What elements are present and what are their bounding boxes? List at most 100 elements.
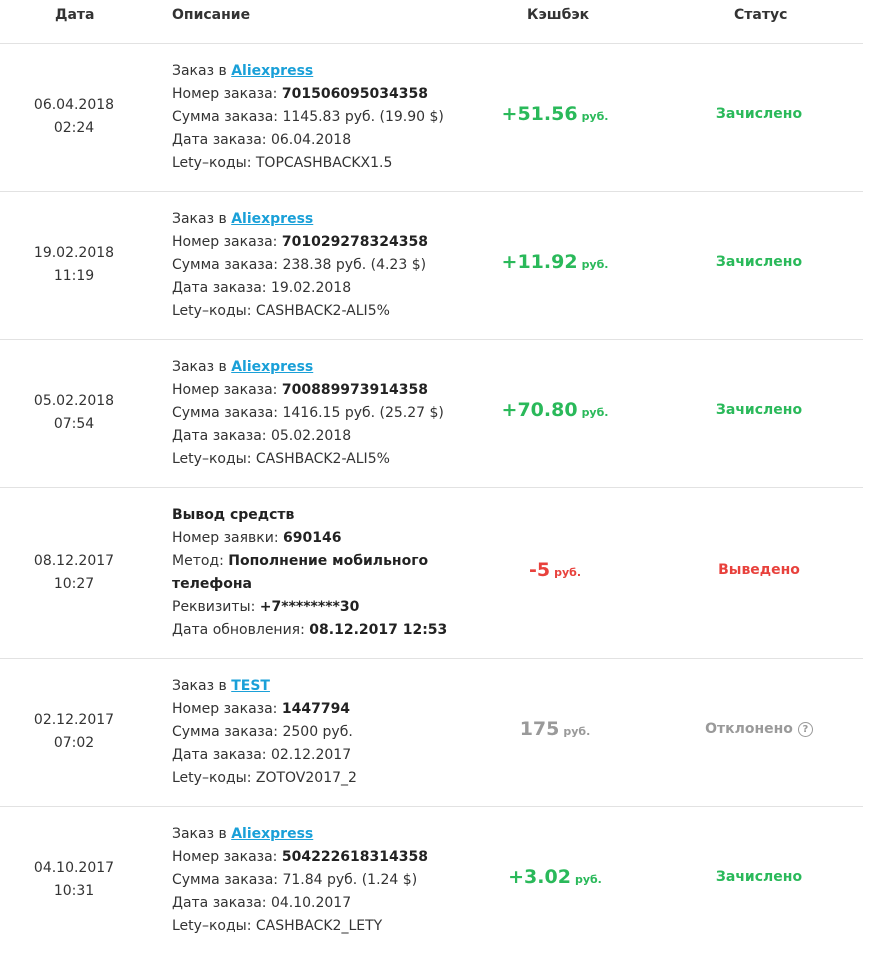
order-sum: 1416.15 руб. (25.27 $)	[282, 405, 444, 421]
order-number: 700889973914358	[281, 382, 428, 398]
row-description: Вывод средств Номер заявки: 690146 Метод…	[172, 504, 447, 642]
row-description: Заказ в Aliexpress Номер заказа: 7010292…	[172, 208, 428, 323]
cashback-amount-cell: +70.80 руб.	[440, 399, 670, 421]
status-text: Отклонено	[705, 721, 793, 737]
table-row: 05.02.2018 07:54 Заказ в Aliexpress Номе…	[0, 340, 863, 488]
withdrawal-method: Пополнение мобильного	[228, 553, 429, 569]
shop-link[interactable]: Aliexpress	[231, 211, 313, 227]
label-order-sum: Сумма заказа:	[172, 257, 279, 273]
currency-label: руб.	[581, 258, 609, 271]
shop-link[interactable]: Aliexpress	[231, 359, 313, 375]
order-number: 701506095034358	[281, 86, 428, 102]
order-date: 02.12.2017	[270, 747, 352, 763]
label-order-in: Заказ в	[172, 678, 227, 694]
row-time: 11:19	[53, 268, 95, 284]
shop-link[interactable]: Aliexpress	[231, 63, 313, 79]
cashback-amount: 175	[519, 718, 560, 740]
currency-label: руб.	[581, 110, 609, 123]
row-description: Заказ в TEST Номер заказа: 1447794 Сумма…	[172, 675, 357, 790]
currency-label: руб.	[554, 566, 581, 579]
lety-codes: TOPCASHBACKX1.5	[255, 155, 393, 171]
update-date: 08.12.2017 12:53	[309, 622, 448, 638]
label-order-sum: Сумма заказа:	[172, 109, 279, 125]
label-update-date: Дата обновления:	[172, 622, 305, 638]
label-order-number: Номер заказа:	[172, 701, 278, 717]
row-description: Заказ в Aliexpress Номер заказа: 5042226…	[172, 823, 428, 938]
withdrawal-method-cont: телефона	[172, 576, 252, 592]
row-date-cell: 19.02.2018 11:19	[0, 242, 148, 288]
cashback-amount: +70.80	[501, 399, 578, 421]
label-lety-codes: Lety–коды:	[172, 451, 252, 467]
label-order-date: Дата заказа:	[172, 747, 267, 763]
help-icon[interactable]: ?	[797, 722, 813, 737]
cashback-amount: +11.92	[501, 251, 578, 273]
order-number: 1447794	[281, 701, 351, 717]
order-sum: 238.38 руб. (4.23 $)	[282, 257, 427, 273]
row-date: 05.02.2018	[33, 393, 115, 409]
header-description: Описание	[172, 7, 251, 23]
requisites: +7********30	[259, 599, 360, 615]
table-header: Дата Описание Кэшбэк Статус	[0, 0, 863, 44]
label-order-sum: Сумма заказа:	[172, 872, 279, 888]
row-time: 10:27	[53, 576, 95, 592]
status-badge: Зачислено	[715, 254, 803, 270]
row-date: 19.02.2018	[33, 245, 115, 261]
label-order-in: Заказ в	[172, 63, 227, 79]
status-badge: Зачислено	[715, 106, 803, 122]
table-row: 02.12.2017 07:02 Заказ в TEST Номер зака…	[0, 659, 863, 807]
order-sum: 1145.83 руб. (19.90 $)	[282, 109, 444, 125]
label-lety-codes: Lety–коды:	[172, 303, 252, 319]
label-lety-codes: Lety–коды:	[172, 155, 252, 171]
cashback-history-table: Дата Описание Кэшбэк Статус 06.04.2018 0…	[0, 0, 863, 954]
label-order-sum: Сумма заказа:	[172, 405, 279, 421]
shop-link[interactable]: TEST	[231, 678, 270, 694]
status-badge: Отклонено?	[660, 721, 858, 737]
row-date: 06.04.2018	[33, 97, 115, 113]
label-order-date: Дата заказа:	[172, 895, 267, 911]
label-order-number: Номер заказа:	[172, 849, 278, 865]
row-date-cell: 06.04.2018 02:24	[0, 94, 148, 140]
label-lety-codes: Lety–коды:	[172, 770, 252, 786]
cashback-amount-cell: +11.92 руб.	[440, 251, 670, 273]
order-date: 04.10.2017	[270, 895, 352, 911]
cashback-amount: +51.56	[501, 103, 578, 125]
label-lety-codes: Lety–коды:	[172, 918, 252, 934]
cashback-amount-cell: +51.56 руб.	[440, 103, 670, 125]
label-order-in: Заказ в	[172, 359, 227, 375]
label-method: Метод:	[172, 553, 224, 569]
order-number: 504222618314358	[281, 849, 428, 865]
lety-codes: CASHBACK2_LETY	[255, 918, 383, 934]
table-row: 19.02.2018 11:19 Заказ в Aliexpress Номе…	[0, 192, 863, 340]
label-order-date: Дата заказа:	[172, 280, 267, 296]
lety-codes: CASHBACK2-ALI5%	[255, 451, 390, 467]
label-order-in: Заказ в	[172, 211, 227, 227]
request-number: 690146	[283, 530, 342, 546]
row-date-cell: 08.12.2017 10:27	[0, 550, 148, 596]
currency-label: руб.	[563, 725, 591, 738]
header-date: Дата	[55, 7, 95, 23]
table-row: 04.10.2017 10:31 Заказ в Aliexpress Номе…	[0, 807, 863, 954]
order-date: 06.04.2018	[270, 132, 352, 148]
row-date-cell: 04.10.2017 10:31	[0, 857, 148, 903]
lety-codes: CASHBACK2-ALI5%	[255, 303, 390, 319]
row-time: 07:02	[53, 735, 95, 751]
cashback-amount-cell: +3.02 руб.	[440, 866, 670, 888]
order-sum: 2500 руб.	[282, 724, 353, 740]
header-status: Статус	[734, 7, 788, 23]
row-time: 10:31	[53, 883, 95, 899]
label-order-in: Заказ в	[172, 826, 227, 842]
cashback-amount-cell: -5 руб.	[440, 559, 670, 581]
order-date: 05.02.2018	[270, 428, 352, 444]
row-time: 07:54	[53, 416, 95, 432]
label-order-date: Дата заказа:	[172, 428, 267, 444]
label-order-number: Номер заказа:	[172, 234, 278, 250]
label-order-sum: Сумма заказа:	[172, 724, 279, 740]
row-description: Заказ в Aliexpress Номер заказа: 7008899…	[172, 356, 444, 471]
withdrawal-title: Вывод средств	[172, 507, 295, 523]
shop-link[interactable]: Aliexpress	[231, 826, 313, 842]
label-request-number: Номер заявки:	[172, 530, 279, 546]
cashback-amount: -5	[528, 559, 551, 581]
label-order-number: Номер заказа:	[172, 86, 278, 102]
currency-label: руб.	[574, 873, 602, 886]
order-date: 19.02.2018	[270, 280, 352, 296]
